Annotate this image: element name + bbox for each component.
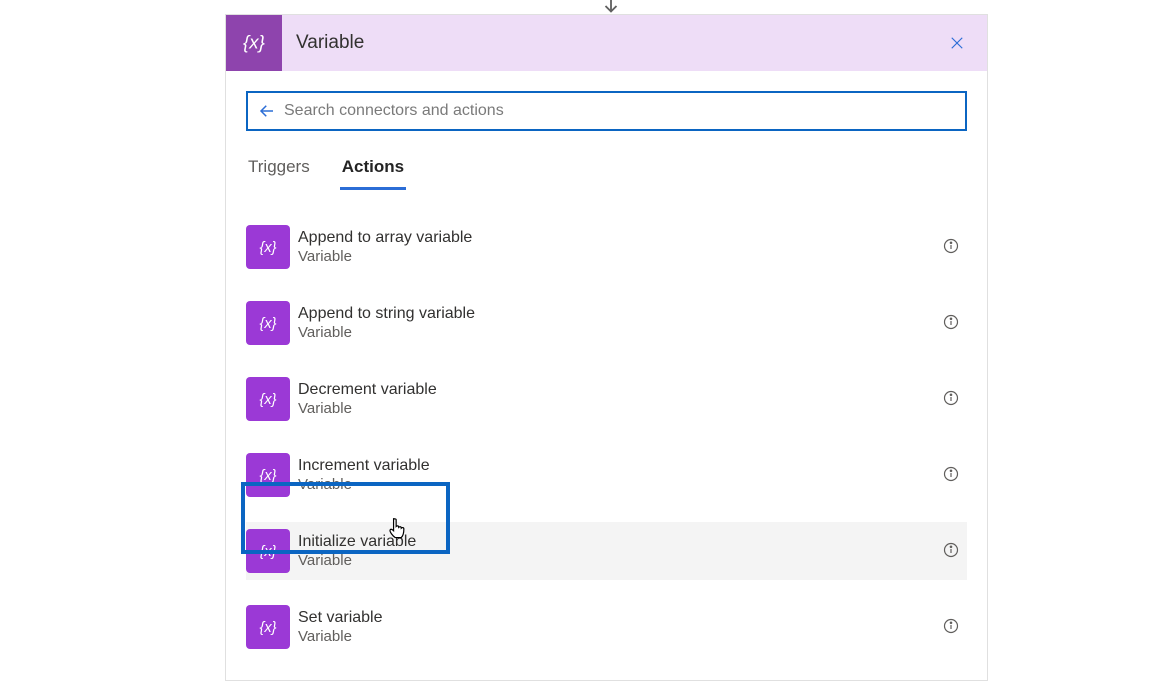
action-increment[interactable]: {x} Increment variable Variable (246, 446, 967, 504)
info-icon[interactable] (943, 618, 961, 636)
action-picker-panel: {x} Variable Triggers Actions (225, 14, 988, 681)
action-subtitle: Variable (298, 628, 943, 647)
action-title: Initialize variable (298, 532, 943, 552)
variable-icon: {x} (246, 605, 290, 649)
action-initialize[interactable]: {x} Initialize variable Variable (246, 522, 967, 580)
action-subtitle: Variable (298, 552, 943, 571)
info-icon[interactable] (943, 466, 961, 484)
action-subtitle: Variable (298, 476, 943, 495)
svg-text:{x}: {x} (259, 316, 276, 332)
panel-header: {x} Variable (226, 15, 987, 71)
action-subtitle: Variable (298, 400, 943, 419)
action-text: Decrement variable Variable (298, 380, 943, 419)
svg-text:{x}: {x} (259, 544, 276, 560)
action-append-array[interactable]: {x} Append to array variable Variable (246, 218, 967, 276)
action-list: {x} Append to array variable Variable {x… (246, 218, 967, 656)
action-subtitle: Variable (298, 324, 943, 343)
action-title: Decrement variable (298, 380, 943, 400)
tab-triggers[interactable]: Triggers (246, 153, 312, 190)
action-text: Append to string variable Variable (298, 304, 943, 343)
info-icon[interactable] (943, 542, 961, 560)
variable-connector-icon: {x} (226, 15, 282, 71)
info-icon[interactable] (943, 314, 961, 332)
action-text: Initialize variable Variable (298, 532, 943, 571)
action-title: Append to string variable (298, 304, 943, 324)
action-append-string[interactable]: {x} Append to string variable Variable (246, 294, 967, 352)
svg-text:{x}: {x} (243, 32, 265, 53)
variable-icon: {x} (246, 453, 290, 497)
variable-icon: {x} (246, 529, 290, 573)
close-button[interactable] (941, 27, 973, 59)
info-icon[interactable] (943, 390, 961, 408)
action-subtitle: Variable (298, 248, 943, 267)
svg-text:{x}: {x} (259, 240, 276, 256)
action-set[interactable]: {x} Set variable Variable (246, 598, 967, 656)
tab-strip: Triggers Actions (246, 153, 967, 190)
action-decrement[interactable]: {x} Decrement variable Variable (246, 370, 967, 428)
action-text: Increment variable Variable (298, 456, 943, 495)
back-arrow-icon[interactable] (256, 100, 278, 122)
svg-text:{x}: {x} (259, 620, 276, 636)
variable-icon: {x} (246, 301, 290, 345)
tab-actions[interactable]: Actions (340, 153, 406, 190)
action-text: Append to array variable Variable (298, 228, 943, 267)
action-text: Set variable Variable (298, 608, 943, 647)
action-title: Append to array variable (298, 228, 943, 248)
info-icon[interactable] (943, 238, 961, 256)
search-row (246, 91, 967, 131)
panel-title: Variable (282, 32, 941, 54)
action-title: Set variable (298, 608, 943, 628)
variable-icon: {x} (246, 225, 290, 269)
panel-body: Triggers Actions {x} Append to array var… (226, 71, 987, 680)
svg-text:{x}: {x} (259, 392, 276, 408)
search-input[interactable] (284, 102, 957, 120)
action-title: Increment variable (298, 456, 943, 476)
variable-icon: {x} (246, 377, 290, 421)
svg-text:{x}: {x} (259, 468, 276, 484)
